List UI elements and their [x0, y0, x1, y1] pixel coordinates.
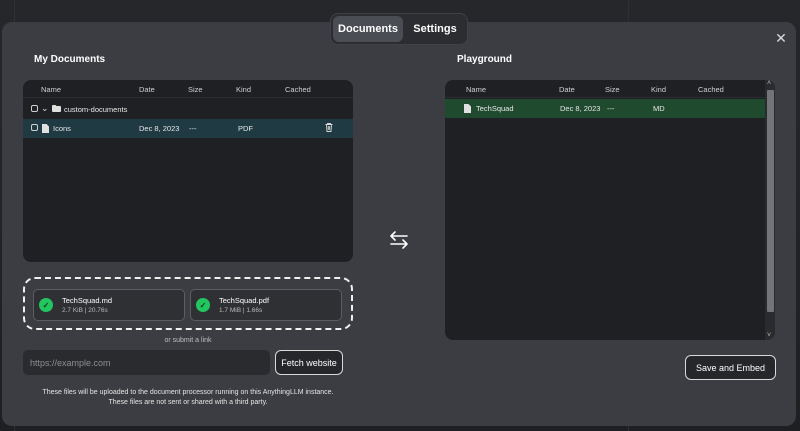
- file-row[interactable]: Icons Dec 8, 2023 --- PDF: [23, 119, 353, 138]
- my-documents-panel: Name Date Size Kind Cached ⌄ custom-docu…: [23, 80, 353, 262]
- column-size: Size: [605, 85, 620, 94]
- check-circle-icon: ✓: [196, 298, 210, 312]
- table-header: Name Date Size Kind Cached: [23, 80, 353, 98]
- upload-file-meta: 2.7 KiB | 20.76s: [62, 307, 108, 314]
- save-and-embed-button[interactable]: Save and Embed: [685, 355, 776, 380]
- chevron-down-icon[interactable]: ⌄: [41, 103, 49, 114]
- scroll-up-icon[interactable]: ˄: [767, 80, 771, 87]
- column-kind: Kind: [236, 85, 252, 94]
- file-date: Dec 8, 2023: [139, 124, 180, 133]
- upload-file-meta: 1.7 MiB | 1.66s: [219, 307, 263, 314]
- fetch-website-button[interactable]: Fetch website: [275, 350, 343, 375]
- column-size: Size: [188, 85, 203, 94]
- folder-icon: [52, 105, 61, 112]
- upload-file-name: TechSquad.md: [62, 296, 113, 305]
- or-submit-link-text: or submit a link: [164, 337, 212, 344]
- playground-title: Playground: [457, 54, 513, 65]
- file-size: ---: [607, 104, 615, 113]
- column-date: Date: [559, 85, 575, 94]
- file-checkbox[interactable]: [31, 124, 38, 131]
- swap-arrows-icon[interactable]: [388, 229, 410, 251]
- tab-settings[interactable]: Settings: [405, 16, 465, 42]
- column-name: Name: [41, 85, 62, 94]
- scrollbar[interactable]: ˄ ˅: [765, 80, 775, 340]
- table-header: Name Date Size Kind Cached: [445, 80, 765, 98]
- folder-checkbox[interactable]: [31, 105, 38, 112]
- upload-file-name: TechSquad.pdf: [219, 296, 270, 305]
- column-cached: Cached: [698, 85, 724, 94]
- column-name: Name: [466, 85, 487, 94]
- folder-name: custom-documents: [64, 105, 128, 114]
- playground-panel: Name Date Size Kind Cached TechSquad Dec…: [445, 80, 775, 340]
- file-icon: [464, 104, 471, 113]
- trash-icon[interactable]: [325, 123, 333, 132]
- close-icon[interactable]: ✕: [774, 31, 788, 45]
- upload-notice-line-1: These files will be uploaded to the docu…: [42, 389, 334, 396]
- modal-tabs: Documents Settings: [330, 13, 468, 45]
- file-name: Icons: [53, 124, 71, 133]
- upload-card: ✓ TechSquad.md 2.7 KiB | 20.76s: [33, 289, 185, 321]
- playground-file-row[interactable]: TechSquad Dec 8, 2023 --- MD: [445, 99, 765, 118]
- tab-documents[interactable]: Documents: [333, 16, 403, 42]
- check-circle-icon: ✓: [39, 298, 53, 312]
- upload-notice-line-2: These files are not sent or shared with …: [108, 399, 268, 406]
- file-icon: [42, 124, 49, 133]
- file-name: TechSquad: [476, 104, 514, 113]
- scrollbar-thumb[interactable]: [767, 90, 774, 312]
- file-kind: MD: [653, 104, 665, 113]
- file-kind: PDF: [238, 124, 253, 133]
- file-date: Dec 8, 2023: [560, 104, 601, 113]
- file-size: ---: [189, 124, 197, 133]
- my-documents-title: My Documents: [34, 54, 106, 65]
- column-kind: Kind: [651, 85, 667, 94]
- scroll-down-icon[interactable]: ˅: [767, 332, 771, 339]
- column-cached: Cached: [285, 85, 311, 94]
- column-date: Date: [139, 85, 155, 94]
- upload-card: ✓ TechSquad.pdf 1.7 MiB | 1.66s: [190, 289, 342, 321]
- url-input[interactable]: [23, 350, 270, 375]
- upload-dropzone[interactable]: ✓ TechSquad.md 2.7 KiB | 20.76s ✓ TechSq…: [23, 277, 353, 330]
- folder-row[interactable]: ⌄ custom-documents: [23, 100, 353, 119]
